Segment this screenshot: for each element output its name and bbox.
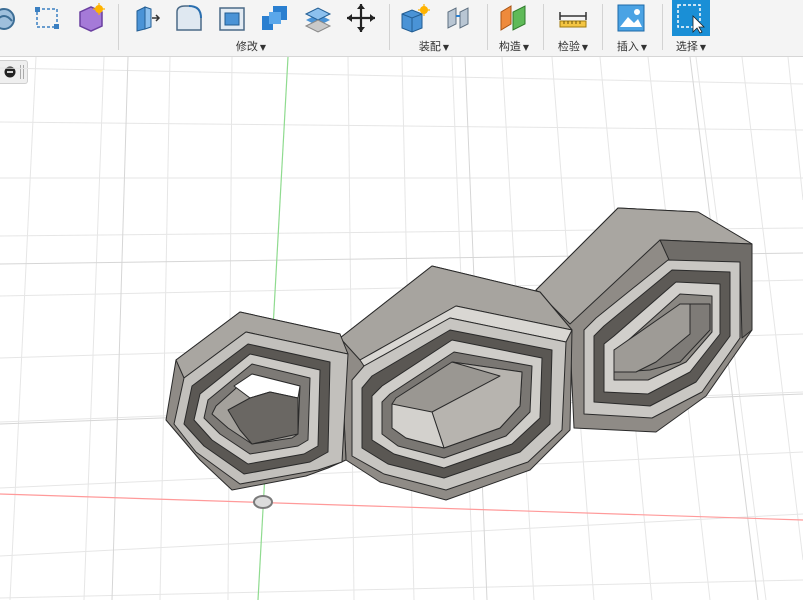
measure-icon[interactable] xyxy=(555,0,591,36)
offset-face-icon[interactable] xyxy=(300,0,336,36)
assemble-menu[interactable]: 装配 ▼ xyxy=(419,38,449,54)
hexagon-ring-model[interactable] xyxy=(165,207,753,501)
hex-ring-left[interactable] xyxy=(165,311,349,491)
toolbar: 修改 ▼ 装配 ▼ 构造 ▼ 检验 ▼ 插入 ▼ 选择 ▼ xyxy=(0,0,803,57)
select-window-icon[interactable] xyxy=(672,0,710,36)
3d-viewport[interactable] xyxy=(0,57,803,600)
move-copy-icon[interactable] xyxy=(343,0,379,36)
press-pull-icon[interactable] xyxy=(128,0,164,36)
inspect-menu[interactable]: 检验 ▼ xyxy=(558,38,588,54)
x-axis-line xyxy=(0,493,803,521)
create-form-icon[interactable] xyxy=(73,0,109,36)
combine-icon[interactable] xyxy=(257,0,293,36)
new-component-icon[interactable] xyxy=(397,0,433,36)
form-icon[interactable] xyxy=(0,0,22,36)
offset-plane-icon[interactable] xyxy=(495,0,531,36)
sketch-icon[interactable] xyxy=(29,0,65,36)
construct-menu[interactable]: 构造 ▼ xyxy=(499,38,529,54)
insert-menu[interactable]: 插入 ▼ xyxy=(617,38,647,54)
insert-image-icon[interactable] xyxy=(613,0,649,36)
hex-ring-middle[interactable] xyxy=(339,265,573,501)
origin-marker[interactable] xyxy=(253,495,273,509)
modify-menu[interactable]: 修改 ▼ xyxy=(236,38,266,54)
shell-icon[interactable] xyxy=(214,0,250,36)
joint-icon[interactable] xyxy=(440,0,476,36)
fillet-icon[interactable] xyxy=(171,0,207,36)
select-menu[interactable]: 选择 ▼ xyxy=(676,38,706,54)
